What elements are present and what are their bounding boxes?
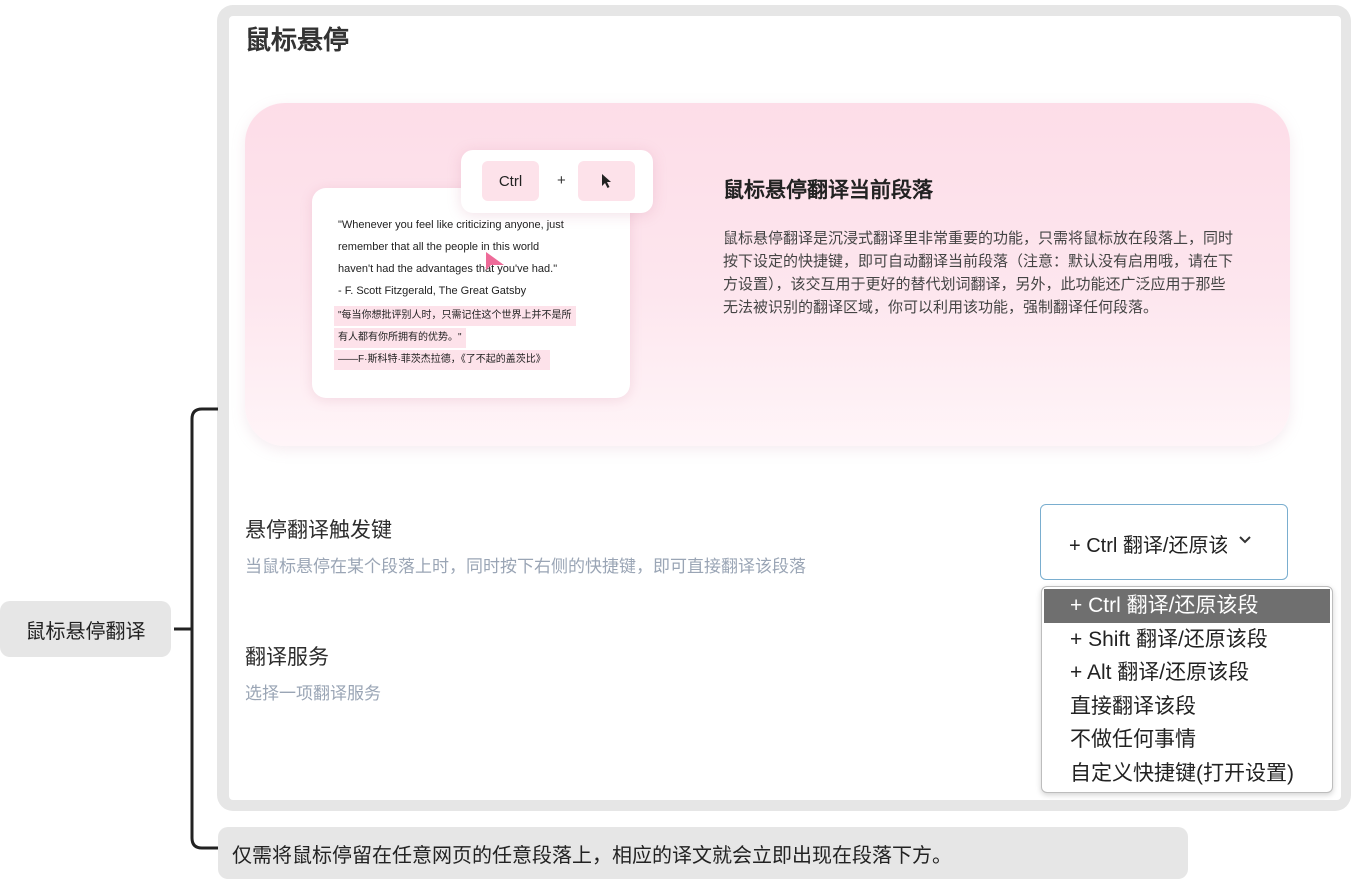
dropdown-option-custom[interactable]: 自定义快捷键(打开设置) xyxy=(1042,757,1332,791)
trigger-key-description: 当鼠标悬停在某个段落上时，同时按下右侧的快捷键，即可直接翻译该段落 xyxy=(245,557,806,577)
dropdown-option-direct[interactable]: 直接翻译该段 xyxy=(1042,690,1332,724)
mouse-pointer-keycap xyxy=(578,161,635,201)
translation-service-label: 翻译服务 xyxy=(245,645,329,669)
ctrl-keycap: Ctrl xyxy=(482,161,539,201)
demo-paragraph-card: "Whenever you feel like criticizing anyo… xyxy=(312,188,630,398)
trigger-key-selected-value: + Ctrl 翻译/还原该段 xyxy=(1069,535,1227,557)
demo-quote-line: - F. Scott Fitzgerald, The Great Gatsby xyxy=(338,285,527,297)
annotation-bracket xyxy=(174,407,218,850)
mouse-pointer-icon xyxy=(601,174,611,188)
demo-translation: "每当你想批评别人时，只需记住这个世界上并不是所 有人都有你所拥有的优势。" —… xyxy=(334,306,624,372)
bottom-annotation-note: 仅需将鼠标停留在任意网页的任意段落上，相应的译文就会立即出现在段落下方。 xyxy=(218,827,1188,879)
dropdown-option-none[interactable]: 不做任何事情 xyxy=(1042,723,1332,757)
demo-translation-line: 有人都有你所拥有的优势。" xyxy=(334,328,466,348)
demo-translation-line: "每当你想批评别人时，只需记住这个世界上并不是所 xyxy=(334,306,576,326)
shortcut-keys-popup: Ctrl + xyxy=(461,150,653,213)
chevron-down-icon xyxy=(1239,536,1251,544)
trigger-key-dropdown[interactable]: + Ctrl 翻译/还原该段 + Shift 翻译/还原该段 + Alt 翻译/… xyxy=(1041,586,1333,793)
pink-mouse-pointer-icon xyxy=(486,252,504,270)
hero-description: 鼠标悬停翻译是沉浸式翻译里非常重要的功能，只需将鼠标放在段落上，同时按下设定的快… xyxy=(723,229,1234,316)
demo-quote-line: "Whenever you feel like criticizing anyo… xyxy=(338,219,564,231)
key-plus: + xyxy=(557,172,566,189)
trigger-key-select[interactable]: + Ctrl 翻译/还原该段 xyxy=(1040,504,1288,580)
section-title: 鼠标悬停 xyxy=(245,26,350,56)
dropdown-option-shift[interactable]: + Shift 翻译/还原该段 xyxy=(1042,623,1332,657)
translation-service-description: 选择一项翻译服务 xyxy=(245,684,381,704)
trigger-key-label: 悬停翻译触发键 xyxy=(245,518,392,542)
side-annotation-label: 鼠标悬停翻译 xyxy=(0,601,171,657)
demo-translation-line: ——F·斯科特·菲茨杰拉德，《了不起的盖茨比》 xyxy=(334,350,550,370)
dropdown-option-ctrl[interactable]: + Ctrl 翻译/还原该段 xyxy=(1044,589,1330,623)
demo-quote-line: remember that all the people in this wor… xyxy=(338,241,540,253)
dropdown-option-alt[interactable]: + Alt 翻译/还原该段 xyxy=(1042,656,1332,690)
hero-title: 鼠标悬停翻译当前段落 xyxy=(723,178,933,202)
demo-quote-line: haven't had the advantages that you've h… xyxy=(338,263,558,275)
demo-quote: "Whenever you feel like criticizing anyo… xyxy=(338,214,623,302)
